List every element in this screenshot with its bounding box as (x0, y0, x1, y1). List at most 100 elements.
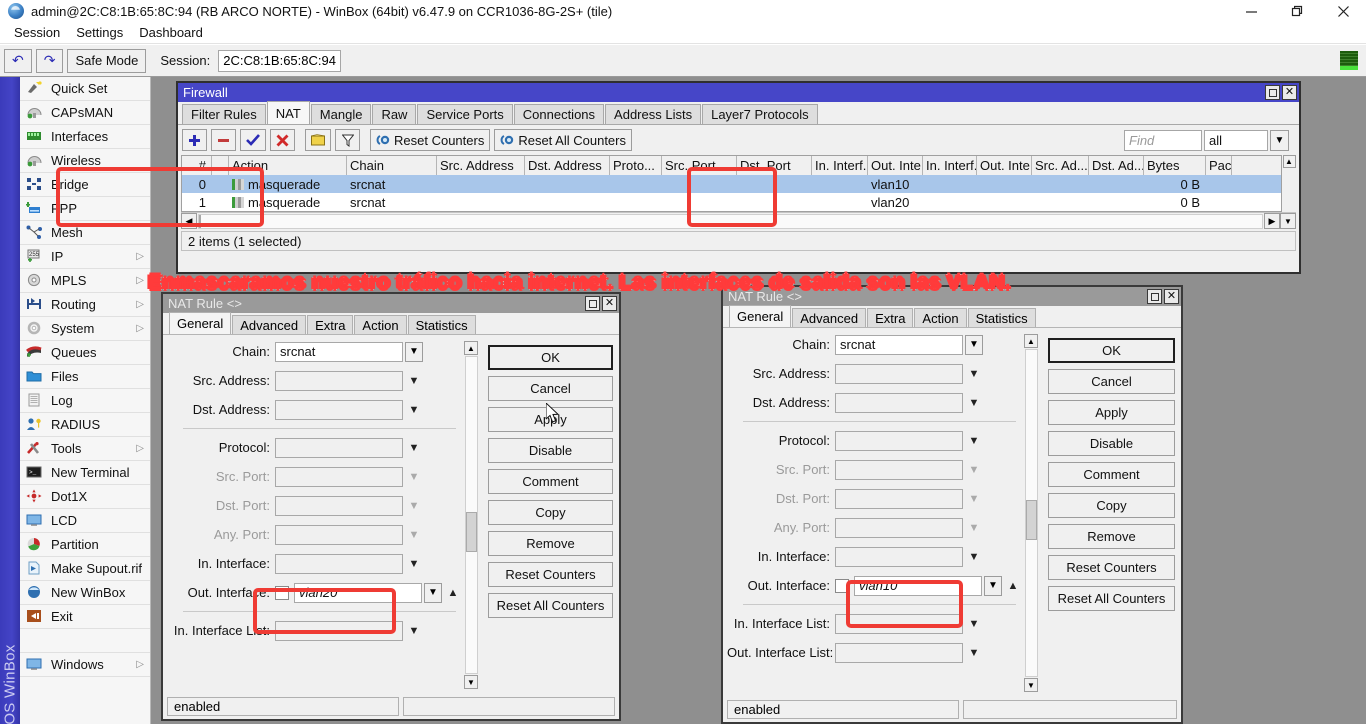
protocol-chevron-down-icon[interactable]: ▼ (965, 431, 983, 451)
nat-left-close-icon[interactable]: ✕ (602, 296, 617, 311)
nat-left-tab-advanced[interactable]: Advanced (232, 315, 306, 334)
src-port-input[interactable] (835, 460, 963, 480)
sidebar-item-make-supout-rif[interactable]: Make Supout.rif (20, 557, 150, 581)
scroll-up-icon[interactable]: ▲ (1283, 155, 1296, 168)
sidebar-item-quick-set[interactable]: Quick Set (20, 77, 150, 101)
any-port-chevron-down-icon[interactable]: ▼ (405, 525, 423, 545)
nat-left-tab-general[interactable]: General (169, 312, 231, 334)
comment-button[interactable] (305, 129, 331, 151)
sidebar-item-system[interactable]: System▷ (20, 317, 150, 341)
column-header-src-port[interactable]: Src. Port (662, 156, 737, 175)
filter-select-chevron-down-icon[interactable]: ▼ (1270, 130, 1289, 151)
dst-address-input[interactable] (275, 400, 403, 420)
src-port-chevron-down-icon[interactable]: ▼ (965, 460, 983, 480)
table-horizontal-scrollbar[interactable]: ◀ ▶ ▼ (181, 212, 1296, 229)
scroll-right-icon[interactable]: ▶ (1264, 213, 1280, 229)
column-header-chain[interactable]: Chain (347, 156, 437, 175)
remove-rule-button[interactable] (211, 129, 236, 151)
out-interface-list-chevron-down-icon[interactable]: ▼ (965, 643, 983, 663)
column-header-proto[interactable]: Proto... (610, 156, 662, 175)
disable-rule-button[interactable] (270, 129, 295, 151)
reset-counters-button[interactable]: Reset Counters (370, 129, 490, 151)
src-port-input[interactable] (275, 467, 403, 487)
nat-left-scroll-up-icon[interactable]: ▲ (464, 341, 478, 355)
nat-left-comment-button[interactable]: Comment (488, 469, 613, 494)
src-address-input[interactable] (835, 364, 963, 384)
table-row[interactable]: 0masqueradesrcnatvlan100 B (182, 175, 1281, 193)
chain-input[interactable]: srcnat (275, 342, 403, 362)
any-port-input[interactable] (835, 518, 963, 538)
dst-port-input[interactable] (275, 496, 403, 516)
column-header-pac[interactable]: Pac (1206, 156, 1232, 175)
column-header-src-address[interactable]: Src. Address (437, 156, 525, 175)
out-interface-dropdown-icon[interactable]: ▼ (984, 576, 1002, 596)
firewall-close-icon[interactable]: ✕ (1282, 85, 1297, 100)
dst-port-chevron-down-icon[interactable]: ▼ (405, 496, 423, 516)
nat-left-tab-action[interactable]: Action (354, 315, 406, 334)
enable-rule-button[interactable] (240, 129, 266, 151)
nat-left-apply-button[interactable]: Apply (488, 407, 613, 432)
nat-left-form-scrollbar[interactable]: ▲ ▼ (464, 341, 478, 689)
in-interface-input[interactable] (275, 554, 403, 574)
nat-right-comment-button[interactable]: Comment (1048, 462, 1175, 487)
sidebar-item-interfaces[interactable]: Interfaces (20, 125, 150, 149)
table-row[interactable]: 1masqueradesrcnatvlan200 B (182, 193, 1281, 211)
out-interface-spin-up-icon[interactable]: ▲ (444, 583, 462, 603)
dst-port-input[interactable] (835, 489, 963, 509)
nat-left-disable-button[interactable]: Disable (488, 438, 613, 463)
nat-right-reset-all-counters-button[interactable]: Reset All Counters (1048, 586, 1175, 611)
nat-left-remove-button[interactable]: Remove (488, 531, 613, 556)
in-interface-list-chevron-down-icon[interactable]: ▼ (405, 621, 423, 641)
safe-mode-button[interactable]: Safe Mode (67, 49, 146, 73)
menu-dashboard[interactable]: Dashboard (131, 23, 211, 42)
any-port-chevron-down-icon[interactable]: ▼ (965, 518, 983, 538)
sidebar-item-tools[interactable]: Tools▷ (20, 437, 150, 461)
menu-settings[interactable]: Settings (68, 23, 131, 42)
in-interface-list-input[interactable] (275, 621, 403, 641)
sidebar-item-radius[interactable]: RADIUS (20, 413, 150, 437)
column-header-icon[interactable] (212, 156, 229, 175)
sidebar-item-exit[interactable]: Exit (20, 605, 150, 629)
sidebar-item-dot1x[interactable]: Dot1X (20, 485, 150, 509)
sidebar-item-wireless[interactable]: Wireless (20, 149, 150, 173)
firewall-tab-filter-rules[interactable]: Filter Rules (182, 104, 266, 124)
dst-address-input[interactable] (835, 393, 963, 413)
in-interface-list-chevron-down-icon[interactable]: ▼ (965, 614, 983, 634)
nat-left-maximize-icon[interactable] (585, 296, 600, 311)
nat-right-cancel-button[interactable]: Cancel (1048, 369, 1175, 394)
column-header-[interactable]: # (182, 156, 212, 175)
firewall-tab-nat[interactable]: NAT (267, 101, 310, 124)
protocol-input[interactable] (275, 438, 403, 458)
dst-address-chevron-down-icon[interactable]: ▼ (405, 400, 423, 420)
dst-port-chevron-down-icon[interactable]: ▼ (965, 489, 983, 509)
column-header-in-interf[interactable]: In. Interf... (923, 156, 977, 175)
sidebar-item-ppp[interactable]: PPP (20, 197, 150, 221)
src-address-chevron-down-icon[interactable]: ▼ (965, 364, 983, 384)
nat-left-tab-statistics[interactable]: Statistics (408, 315, 476, 334)
protocol-input[interactable] (835, 431, 963, 451)
sidebar-item-routing[interactable]: Routing▷ (20, 293, 150, 317)
chain-input[interactable]: srcnat (835, 335, 963, 355)
scroll-down-icon[interactable]: ▼ (1280, 213, 1296, 229)
sidebar-item-mesh[interactable]: Mesh (20, 221, 150, 245)
sidebar-item-lcd[interactable]: LCD (20, 509, 150, 533)
column-header-out-inte[interactable]: Out. Inte... (868, 156, 923, 175)
sidebar-item-partition[interactable]: Partition (20, 533, 150, 557)
minimize-icon[interactable] (1228, 0, 1274, 22)
undo-button[interactable]: ↶ (4, 49, 32, 73)
out-interface-spin-up-icon[interactable]: ▲ (1004, 576, 1022, 596)
column-header-dst-address[interactable]: Dst. Address (525, 156, 610, 175)
close-icon[interactable] (1320, 0, 1366, 22)
out-interface-checkbox[interactable] (275, 586, 289, 600)
sidebar-item-log[interactable]: Log (20, 389, 150, 413)
reset-all-counters-button[interactable]: Reset All Counters (494, 129, 632, 151)
firewall-tab-raw[interactable]: Raw (372, 104, 416, 124)
add-rule-button[interactable] (182, 129, 207, 151)
firewall-maximize-icon[interactable] (1265, 85, 1280, 100)
in-interface-list-input[interactable] (835, 614, 963, 634)
sidebar-item-capsman[interactable]: CAPsMAN (20, 101, 150, 125)
out-interface-input[interactable]: vlan20 (294, 583, 422, 603)
nat-right-tab-advanced[interactable]: Advanced (792, 308, 866, 327)
column-header-bytes[interactable]: Bytes (1144, 156, 1206, 175)
nat-right-scroll-down-icon[interactable]: ▼ (1024, 678, 1038, 692)
